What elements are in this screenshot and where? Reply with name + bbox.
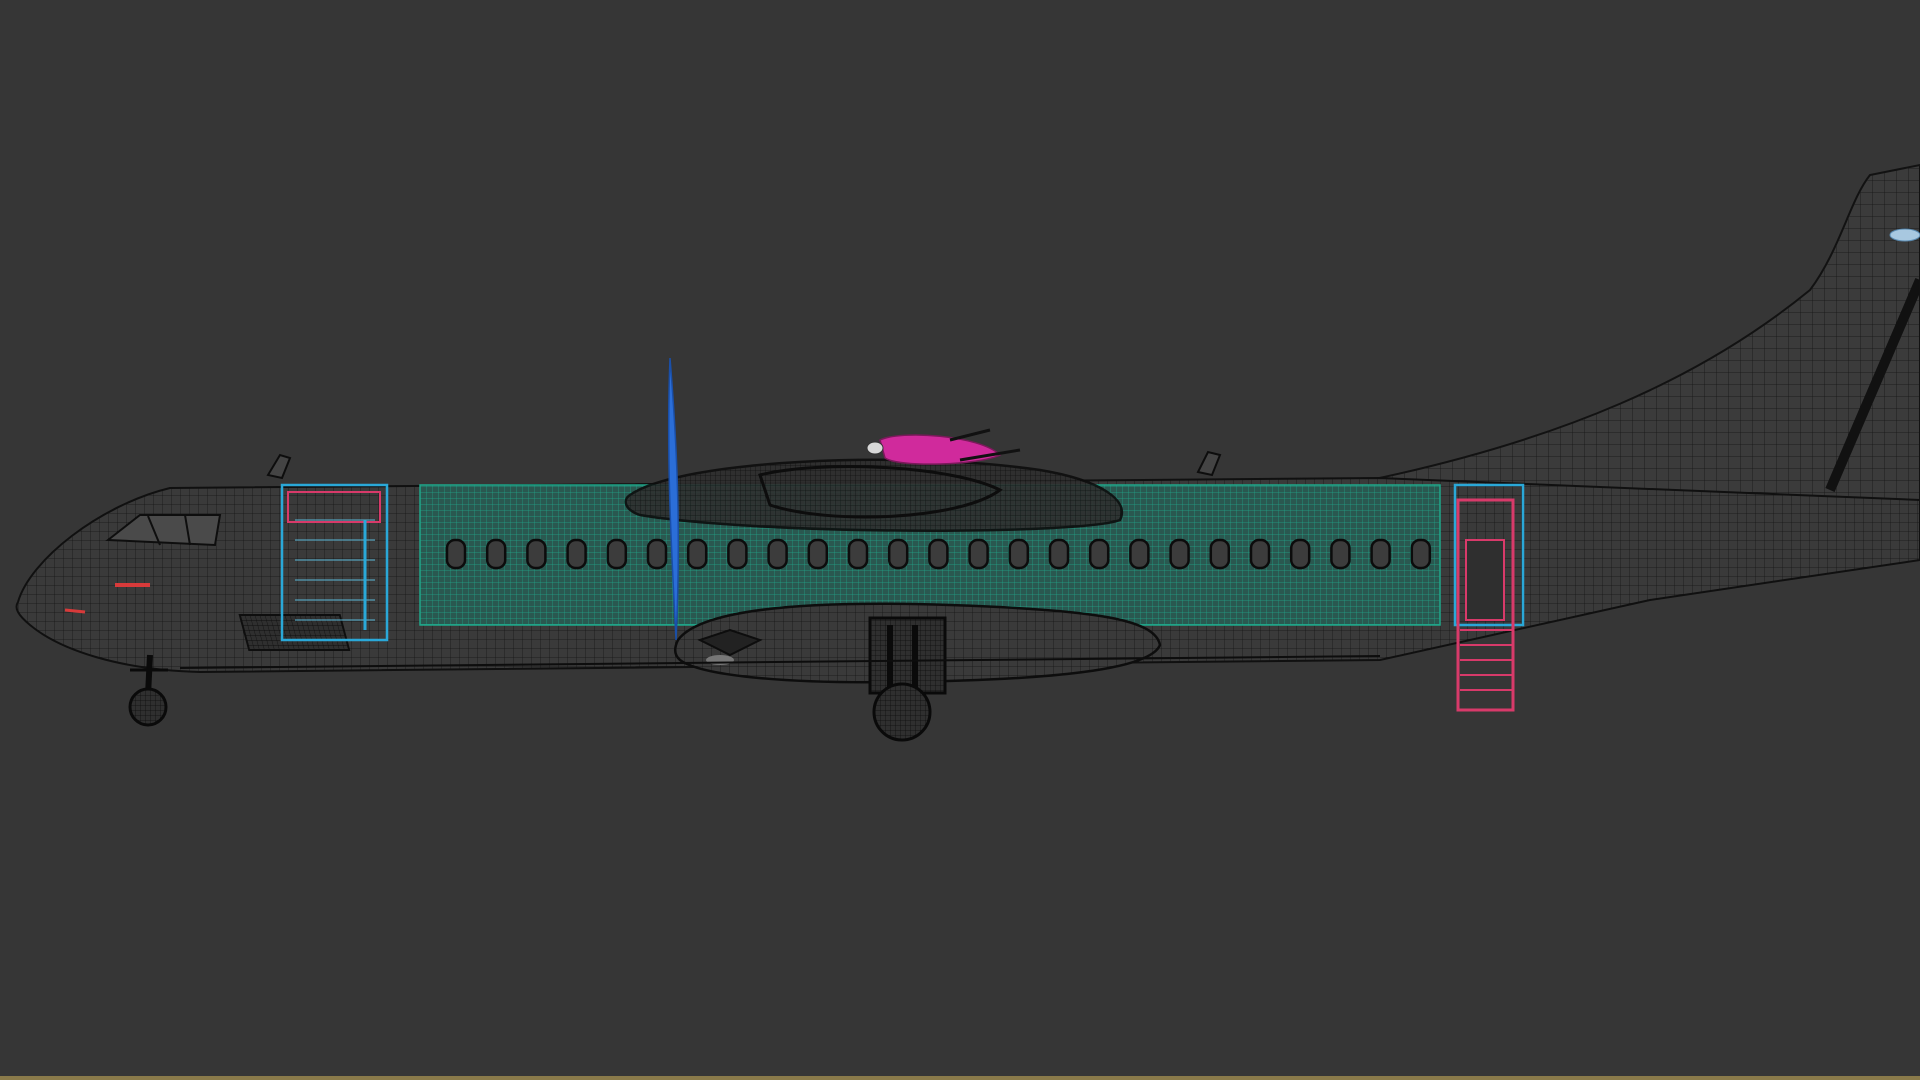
- antenna-forward: [266, 453, 292, 480]
- viewport-frame-border: [0, 1076, 1920, 1080]
- cabin-window: [727, 538, 748, 570]
- cabin-window: [887, 538, 909, 570]
- cabin-window: [1410, 538, 1432, 570]
- cabin-window: [1169, 538, 1190, 570]
- cabin-window: [1129, 538, 1150, 570]
- cabin-window: [767, 538, 788, 570]
- cabin-window: [606, 538, 628, 570]
- cabin-window: [566, 538, 587, 570]
- cabin-window: [968, 538, 989, 570]
- tail-light: [1889, 228, 1920, 242]
- cabin-window: [686, 538, 708, 570]
- 3d-viewport[interactable]: [0, 0, 1920, 1080]
- antenna-rear: [1196, 450, 1222, 477]
- cabin-window: [1289, 538, 1311, 570]
- cabin-window: [1088, 538, 1110, 570]
- wing[interactable]: [624, 458, 1123, 532]
- cabin-window: [847, 538, 869, 570]
- cabin-window: [807, 538, 829, 570]
- cabin-window: [485, 538, 507, 570]
- main-landing-gear[interactable]: [868, 616, 947, 742]
- cabin-window: [526, 538, 547, 570]
- cabin-window: [1249, 538, 1271, 570]
- cabin-window: [646, 538, 668, 570]
- cabin-window: [445, 538, 467, 570]
- engine-top-magenta: [879, 434, 1002, 465]
- cabin-window: [1048, 538, 1070, 570]
- wireframe-scene[interactable]: [0, 0, 1920, 1080]
- cabin-window: [928, 538, 949, 570]
- cabin-window: [1209, 538, 1231, 570]
- cabin-window: [1370, 538, 1391, 570]
- cabin-window: [1008, 538, 1030, 570]
- cabin-window: [1330, 538, 1351, 570]
